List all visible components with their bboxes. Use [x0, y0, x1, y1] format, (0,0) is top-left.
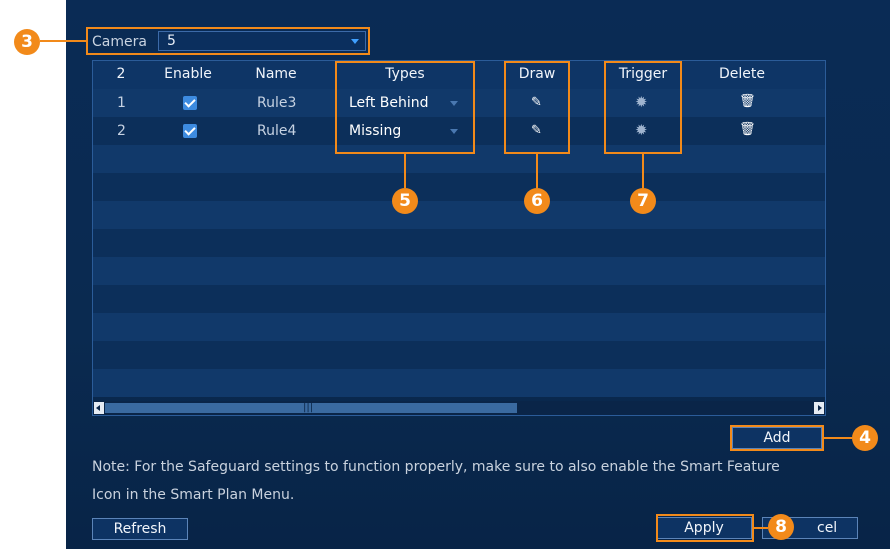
- callout-line: [536, 154, 538, 188]
- horizontal-scrollbar[interactable]: |||: [93, 401, 825, 415]
- rule-name: Rule3: [257, 95, 297, 111]
- header-count: 2: [116, 66, 126, 82]
- callout-badge-7: 7: [630, 188, 656, 214]
- scrollbar-grip-icon: |||: [303, 402, 314, 413]
- header-enable: Enable: [164, 66, 212, 82]
- callout-line: [824, 437, 852, 439]
- table-row: [93, 285, 825, 313]
- trash-icon[interactable]: 🗑: [739, 94, 756, 109]
- table-row: [93, 173, 825, 201]
- row-index: 1: [117, 95, 126, 111]
- table-row: [93, 201, 825, 229]
- callout-box-camera: [86, 27, 370, 55]
- callout-badge-5: 5: [392, 188, 418, 214]
- row-index: 2: [117, 123, 126, 139]
- scroll-left-icon[interactable]: [94, 402, 104, 414]
- enable-checkbox[interactable]: [183, 124, 197, 138]
- refresh-button[interactable]: Refresh: [92, 518, 188, 540]
- callout-box-apply: [656, 514, 754, 542]
- callout-line: [404, 154, 406, 188]
- header-name: Name: [255, 66, 297, 82]
- callout-box-trigger: [604, 61, 682, 154]
- callout-box-types: [335, 61, 475, 154]
- table-row: [93, 369, 825, 397]
- table-row: [93, 229, 825, 257]
- trash-icon[interactable]: 🗑: [739, 122, 756, 137]
- table-row: [93, 257, 825, 285]
- callout-line: [40, 40, 88, 42]
- note-line-1: Note: For the Safeguard settings to func…: [92, 459, 780, 475]
- rule-name: Rule4: [257, 123, 297, 139]
- callout-box-add: [730, 425, 824, 451]
- callout-box-draw: [504, 61, 570, 154]
- note-line-2: Icon in the Smart Plan Menu.: [92, 487, 295, 503]
- callout-line: [642, 154, 644, 188]
- callout-line: [754, 527, 768, 529]
- callout-badge-3: 3: [14, 29, 40, 55]
- table-row: [93, 341, 825, 369]
- enable-checkbox[interactable]: [183, 96, 197, 110]
- callout-badge-6: 6: [524, 188, 550, 214]
- callout-badge-8: 8: [768, 514, 794, 540]
- callout-badge-4: 4: [852, 425, 878, 451]
- scroll-right-icon[interactable]: [814, 402, 824, 414]
- header-delete: Delete: [719, 66, 765, 82]
- table-row: [93, 313, 825, 341]
